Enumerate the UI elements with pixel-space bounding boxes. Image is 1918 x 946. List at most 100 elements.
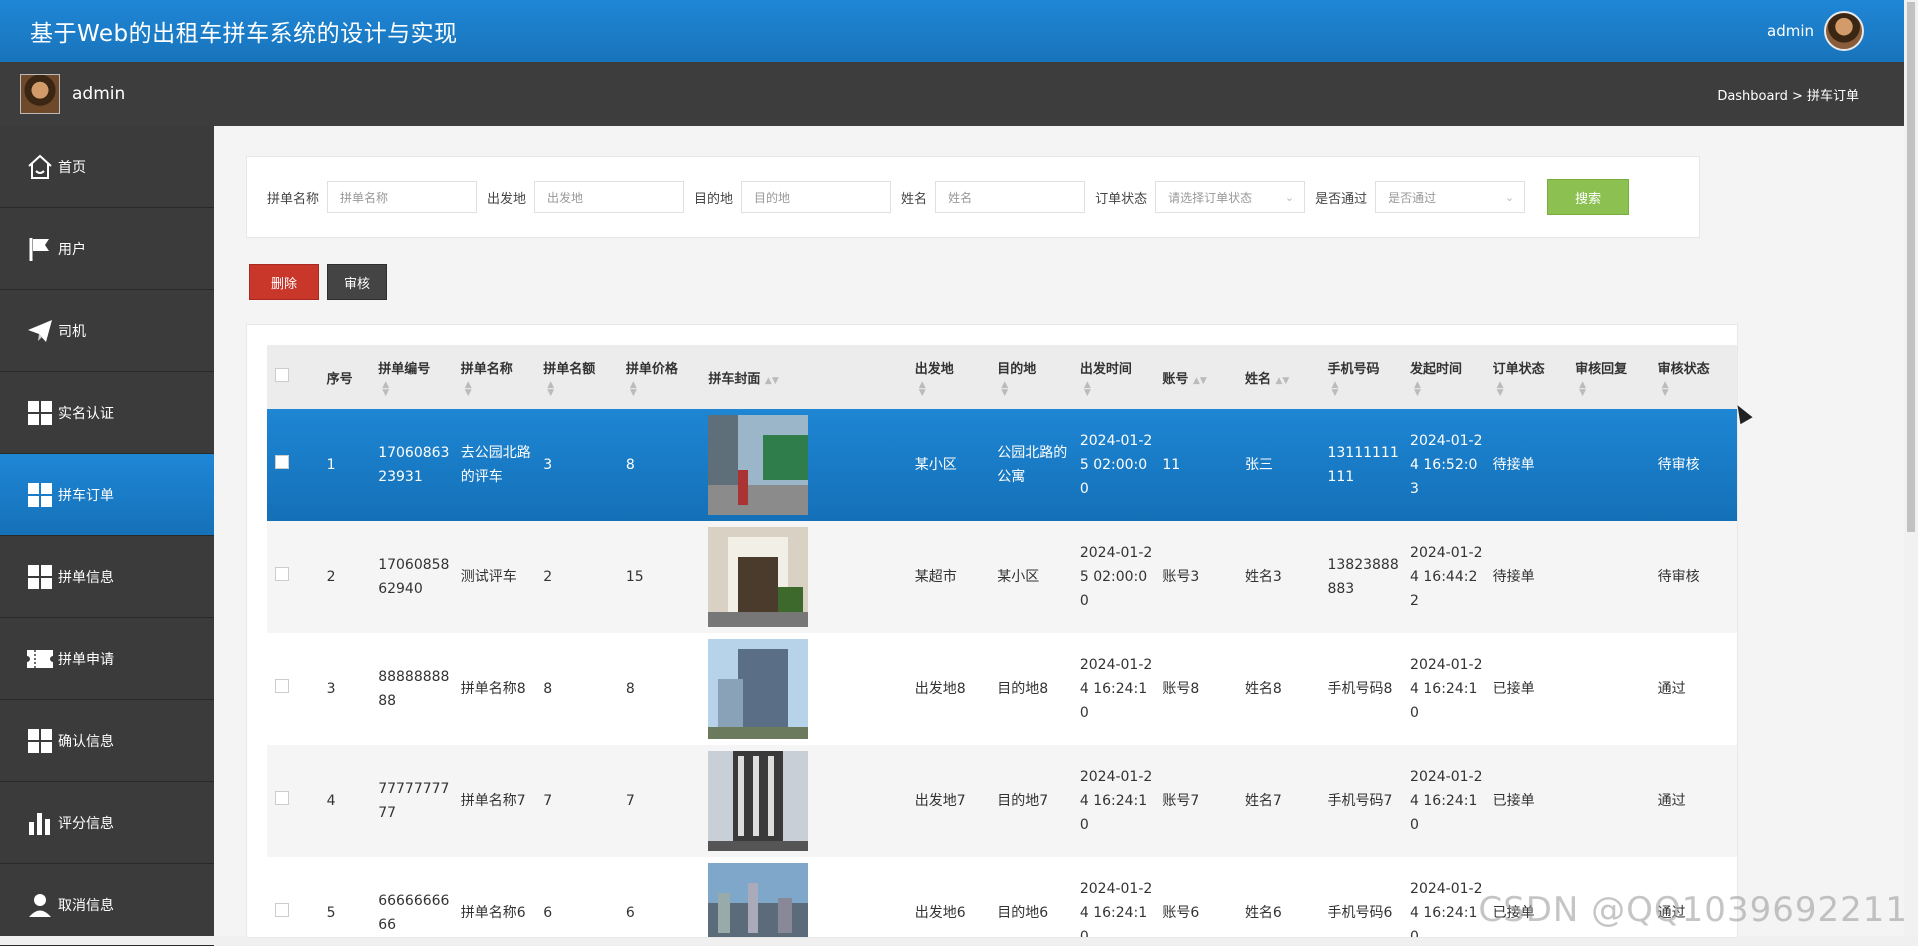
name-input[interactable]: 姓名 [935, 181, 1086, 213]
cell-price: 6 [625, 905, 635, 921]
bulk-delete-button[interactable]: 删除 [249, 264, 319, 300]
search-label-to: 目的地 [694, 191, 734, 207]
sort-icon[interactable]: ▲▼ [1493, 380, 1568, 397]
sort-icon[interactable]: ▲▼ [765, 376, 779, 386]
col-header[interactable]: 账号 ▲▼ [1154, 345, 1237, 409]
avatar [20, 74, 60, 114]
approved-select[interactable]: 是否通过 ⌄ [1375, 181, 1526, 213]
cell-no: 3 [326, 681, 336, 697]
col-header[interactable]: 拼车封面 ▲▼ [700, 345, 906, 409]
page-scrollbar[interactable] [1904, 0, 1918, 936]
sort-icon[interactable]: ▲▼ [1575, 380, 1650, 397]
cover-image [700, 633, 906, 745]
departure-input[interactable]: 出发地 [534, 181, 685, 213]
sort-icon[interactable]: ▲▼ [1327, 380, 1402, 397]
cell-created: 2024-01-24 16:24:10 [1410, 657, 1483, 721]
sort-icon[interactable]: ▲▼ [378, 380, 453, 397]
sidebar-item-verification[interactable]: 实名认证 [0, 372, 214, 454]
row-actions: 查看删除 [1732, 745, 1737, 857]
table-row[interactable]: 4 7777777777 拼单名称7 7 7 出发地7 目的地7 2024-01-24 16:… [267, 745, 1737, 857]
row-checkbox[interactable] [275, 791, 289, 805]
cell-to: 目的地6 [997, 905, 1049, 921]
sidebar-item-label: 拼单申请 [58, 651, 114, 668]
sidebar-item-drivers[interactable]: 司机 [0, 290, 214, 372]
col-header[interactable]: 手机号码 ▲ ▼ [1319, 345, 1402, 409]
sort-icon[interactable]: ▲▼ [1410, 380, 1485, 397]
col-header[interactable]: 拼单名额 ▲ ▼ [535, 345, 618, 409]
sort-icon[interactable]: ▲▼ [461, 380, 536, 397]
sidebar-item-label: 首页 [58, 159, 86, 176]
select-all-checkbox[interactable] [275, 368, 289, 382]
col-header[interactable]: 拼单编号 ▲ ▼ [370, 345, 453, 409]
carpool-name-input[interactable]: 拼单名称 [327, 181, 478, 213]
sort-icon[interactable]: ▲▼ [997, 380, 1072, 397]
row-actions: 查看删除 [1732, 409, 1737, 521]
breadcrumb[interactable]: Dashboard > 拼车订单 [1717, 85, 1859, 104]
sort-icon[interactable]: ▲▼ [1275, 376, 1289, 386]
col-header[interactable]: 出发时间 ▲ ▼ [1072, 345, 1155, 409]
col-header[interactable]: 订单状态 ▲ ▼ [1485, 345, 1568, 409]
app-title: 基于Web的出租车拼车系统的设计与实现 [30, 21, 458, 47]
cell-depart: 2024-01-25 02:00:00 [1079, 433, 1153, 497]
col-header[interactable]: 审核状态 ▲ ▼ [1650, 345, 1733, 409]
cell-account: 账号7 [1162, 793, 1200, 809]
col-header[interactable]: 发起时间 ▲ ▼ [1402, 345, 1485, 409]
row-checkbox[interactable] [275, 567, 289, 581]
cell-status: 待接单 [1492, 569, 1535, 585]
row-checkbox[interactable] [275, 455, 289, 469]
cell-seats: 2 [543, 569, 553, 585]
cell-depart: 2024-01-25 02:00:00 [1079, 545, 1153, 609]
sidebar-item-label: 评分信息 [58, 815, 114, 832]
sort-icon[interactable]: ▲▼ [915, 380, 990, 397]
table-row[interactable]: 1 1706086323931 去公园北路的评车 3 8 某小区 公园北路的公寓 2024-0… [267, 409, 1737, 521]
cell-seats: 6 [543, 905, 553, 921]
sub-header: admin Dashboard > 拼车订单 [0, 62, 1904, 126]
col-header[interactable]: 拼单名称 ▲ ▼ [453, 345, 536, 409]
sort-icon[interactable]: ▲▼ [1193, 376, 1207, 386]
sidebar-item-confirm-info[interactable]: 确认信息 [0, 700, 214, 782]
order-status-select[interactable]: 请选择订单状态 ⌄ [1155, 181, 1306, 213]
avatar[interactable] [1824, 11, 1864, 51]
cell-name: 拼单名称6 [460, 905, 526, 921]
col-header: 操作 [1732, 345, 1737, 409]
table-row[interactable]: 2 1706085862940 测试评车 2 15 某超市 某小区 2024-01-25 02… [267, 521, 1737, 633]
col-header[interactable]: 目的地 ▲ ▼ [989, 345, 1072, 409]
audit-button[interactable]: 审核 [327, 264, 387, 300]
cell-created: 2024-01-24 16:44:22 [1410, 545, 1483, 609]
sidebar-item-home[interactable]: 首页 [0, 126, 214, 208]
search-button[interactable]: 搜索 [1547, 179, 1630, 215]
col-header[interactable]: 审核回复 ▲ ▼ [1567, 345, 1650, 409]
cell-reply [1567, 521, 1650, 633]
sidebar-item-carpool-apply[interactable]: 拼单申请 [0, 618, 214, 700]
approved-placeholder: 是否通过 [1388, 190, 1437, 205]
sidebar-item-rating-info[interactable]: 评分信息 [0, 782, 214, 864]
cell-to: 公园北路的公寓 [997, 445, 1068, 485]
scrollbar-thumb[interactable] [1907, 2, 1915, 532]
sidebar-item-carpool-info[interactable]: 拼单信息 [0, 536, 214, 618]
row-actions: 查看删除 [1732, 521, 1737, 633]
sidebar-item-carpool-orders[interactable]: 拼车订单 [0, 454, 214, 536]
sort-icon[interactable]: ▲▼ [1080, 380, 1155, 397]
col-header[interactable]: 出发地 ▲ ▼ [907, 345, 990, 409]
cell-phone: 手机号码8 [1327, 681, 1393, 697]
bulk-actions: 删除 审核 [249, 264, 387, 300]
col-header[interactable]: 拼单价格 ▲ ▼ [618, 345, 701, 409]
row-checkbox[interactable] [275, 903, 289, 917]
cell-code: 7777777777 [378, 781, 450, 821]
sort-icon[interactable]: ▲▼ [543, 380, 618, 397]
row-checkbox[interactable] [275, 679, 289, 693]
destination-input[interactable]: 目的地 [741, 181, 892, 213]
cell-account: 11 [1162, 457, 1181, 473]
sidebar-item-users[interactable]: 用户 [0, 208, 214, 290]
paper-plane-icon [26, 317, 54, 345]
sidebar-item-cancel-info[interactable]: 取消信息 [0, 864, 214, 946]
cell-from: 出发地7 [914, 793, 966, 809]
order-status-placeholder: 请选择订单状态 [1168, 190, 1253, 205]
sort-icon[interactable]: ▲▼ [626, 380, 701, 397]
table-row[interactable]: 3 8888888888 拼单名称8 8 8 出发地8 目的地8 2024-01-24 16:… [267, 633, 1737, 745]
sort-icon[interactable]: ▲▼ [1658, 380, 1733, 397]
cell-phone: 手机号码7 [1327, 793, 1393, 809]
cell-from: 出发地8 [914, 681, 966, 697]
user-menu[interactable]: admin [1767, 11, 1864, 51]
col-header[interactable]: 姓名 ▲▼ [1237, 345, 1320, 409]
